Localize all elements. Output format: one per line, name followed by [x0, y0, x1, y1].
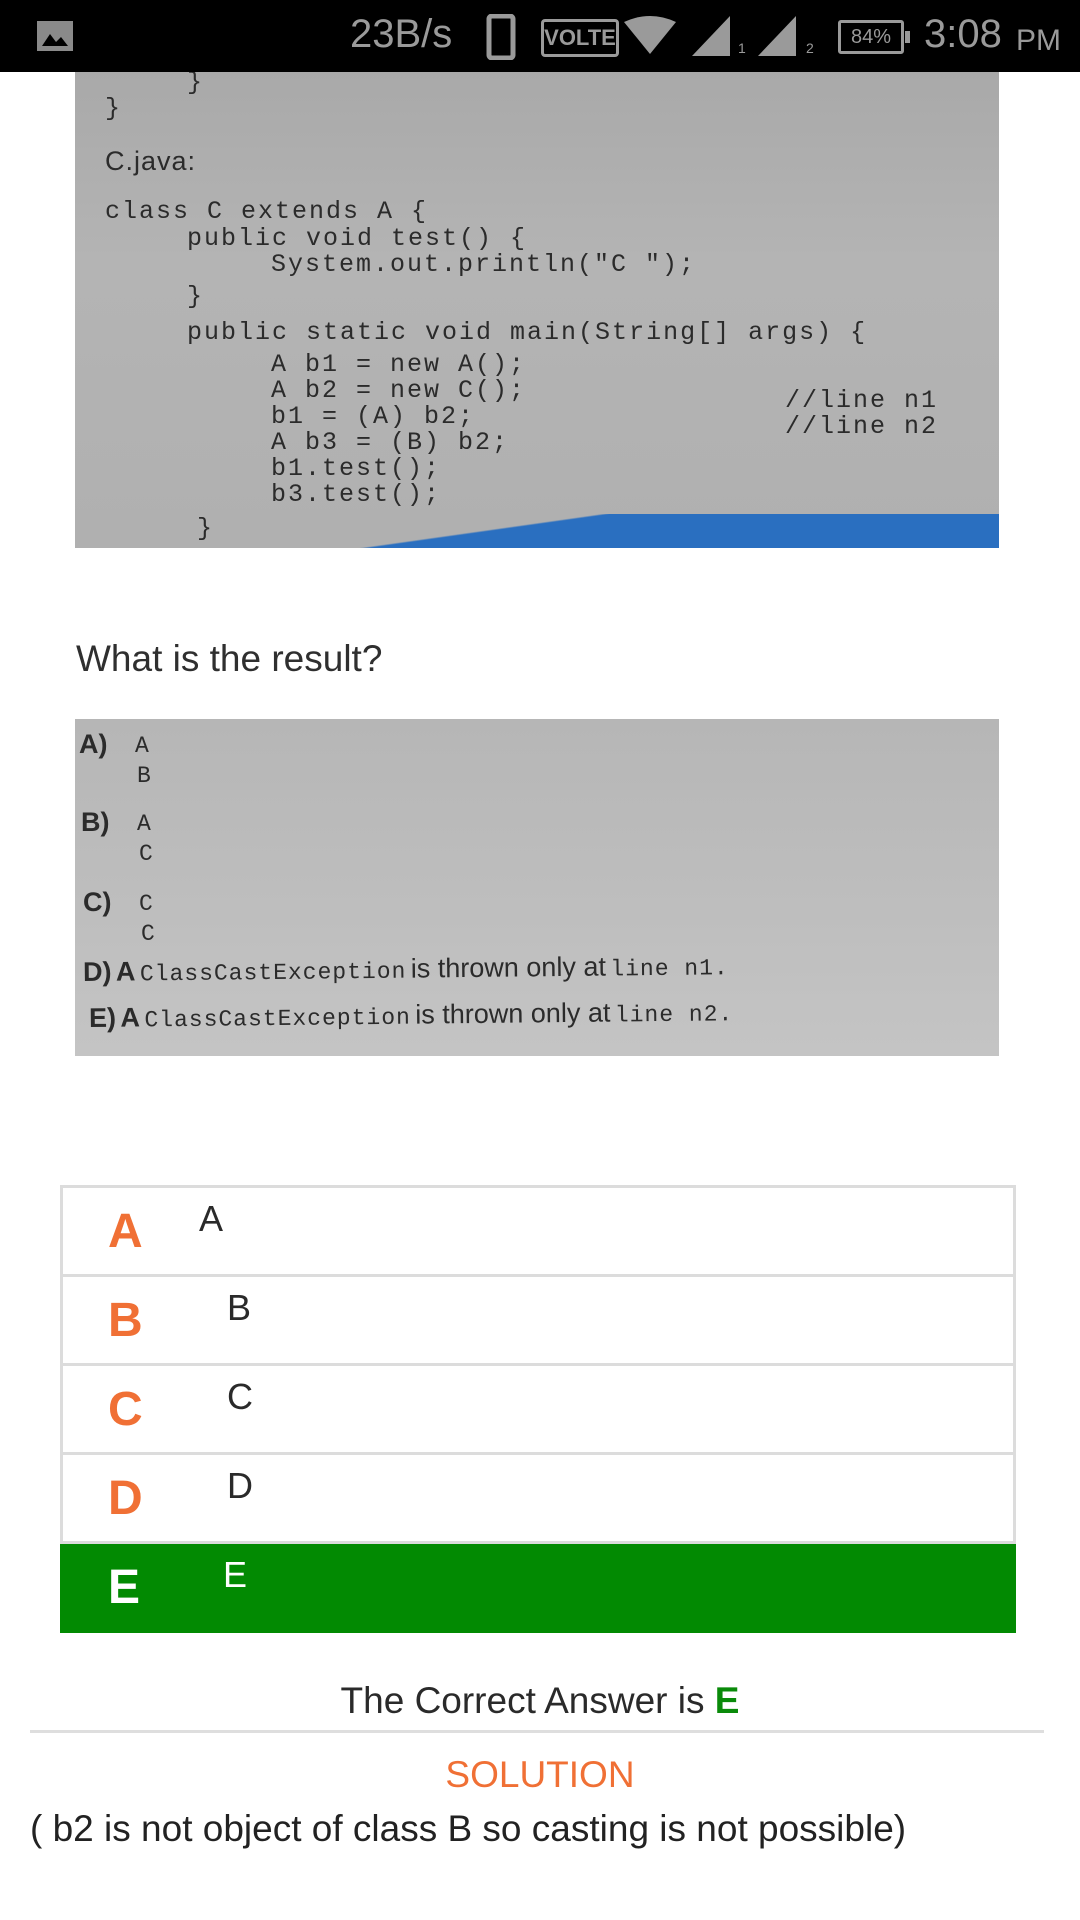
correct-answer-prefix: The Correct Answer is — [340, 1680, 705, 1721]
code-line: A b2 = new C(); — [271, 376, 527, 405]
option-text: A — [115, 956, 136, 987]
code-line: A b3 = (B) b2; — [271, 428, 510, 457]
option-code: ClassCastException — [139, 958, 407, 988]
code-line: b3.test(); — [271, 480, 442, 509]
question-text: What is the result? — [76, 638, 383, 679]
option-label: A) — [79, 729, 108, 759]
code-filename: C.java: — [105, 146, 197, 176]
code-line: public void test() { — [187, 224, 528, 253]
answer-letter: E — [108, 1561, 141, 1614]
option-code: ClassCastException — [144, 1004, 412, 1034]
option-code: line n2. — [614, 1001, 734, 1029]
answer-list: A A B B C C D D E E — [60, 1185, 1016, 1633]
answer-letter: C — [108, 1383, 143, 1436]
answer-option-b[interactable]: B B — [60, 1277, 1016, 1366]
battery-indicator: 84% — [838, 20, 910, 54]
solution-text: ( b2 is not object of class B so casting… — [30, 1808, 907, 1849]
option-label: D) — [82, 956, 112, 987]
code-line: } — [187, 72, 205, 97]
answer-text: B — [227, 1287, 252, 1328]
solution-title: SOLUTION — [445, 1754, 635, 1795]
option-value: B — [137, 763, 152, 789]
answer-text: A — [199, 1198, 224, 1239]
answer-text: D — [227, 1465, 253, 1506]
phone-icon — [486, 14, 516, 60]
sim2-label: 2 — [806, 40, 814, 56]
answer-option-e[interactable]: E E — [60, 1544, 1016, 1633]
code-line: class C extends A { — [105, 197, 429, 226]
volte-badge: VOLTE — [541, 19, 619, 57]
answer-text: C — [227, 1376, 253, 1417]
correct-answer-value: E — [714, 1680, 740, 1721]
answer-letter: B — [108, 1294, 143, 1347]
sim1-label: 1 — [738, 40, 746, 56]
answer-text: E — [223, 1554, 248, 1595]
answer-option-a[interactable]: A A — [60, 1185, 1016, 1277]
signal-sim2-icon — [758, 16, 796, 56]
gallery-notification-icon — [37, 21, 73, 51]
option-code: line n1. — [610, 955, 729, 983]
status-bar: 23B/s VOLTE 1 2 84% 3:08 PM — [0, 0, 1080, 72]
options-image: A) A B B) A C C) C C D) A ClassCastExcep… — [75, 719, 999, 1056]
answer-letter: A — [108, 1205, 143, 1258]
option-e: E) A ClassCastException is thrown only a… — [89, 996, 734, 1034]
code-line: } — [105, 94, 123, 123]
option-d: D) A ClassCastException is thrown only a… — [83, 950, 729, 988]
option-value: A — [135, 733, 150, 759]
option-label: B) — [81, 807, 110, 837]
option-value: A — [137, 811, 152, 837]
code-comment: //line n1 — [785, 386, 939, 415]
answer-letter: D — [108, 1472, 143, 1525]
clock: 3:08 — [924, 12, 1002, 56]
option-value: C — [139, 891, 154, 917]
code-line: System.out.println("C "); — [271, 250, 697, 279]
clock-ampm: PM — [1016, 24, 1061, 57]
signal-sim1-icon — [692, 16, 730, 56]
wifi-icon — [624, 16, 676, 54]
option-value: C — [139, 841, 154, 867]
code-comment: //line n2 — [785, 412, 939, 441]
option-text: A — [120, 1002, 141, 1033]
answer-option-d[interactable]: D D — [60, 1455, 1016, 1544]
code-line: b1.test(); — [271, 454, 442, 483]
net-speed: 23B/s — [350, 12, 453, 56]
code-line: A b1 = new A(); — [271, 350, 527, 379]
code-line: public static void main(String[] args) { — [187, 318, 868, 347]
code-line: b1 = (A) b2; — [271, 402, 476, 431]
code-line: } — [187, 282, 205, 311]
photo-edge — [75, 514, 999, 548]
option-value: C — [141, 921, 156, 947]
option-text: is thrown only at — [410, 951, 607, 984]
correct-answer-line: The Correct Answer is E — [0, 1680, 1080, 1722]
question-code-image: } } C.java: class C extends A { public v… — [75, 72, 999, 548]
answer-option-c[interactable]: C C — [60, 1366, 1016, 1455]
option-text: is thrown only at — [415, 997, 611, 1030]
divider — [30, 1730, 1044, 1733]
option-label: E) — [88, 1002, 117, 1033]
option-label: C) — [83, 887, 112, 917]
